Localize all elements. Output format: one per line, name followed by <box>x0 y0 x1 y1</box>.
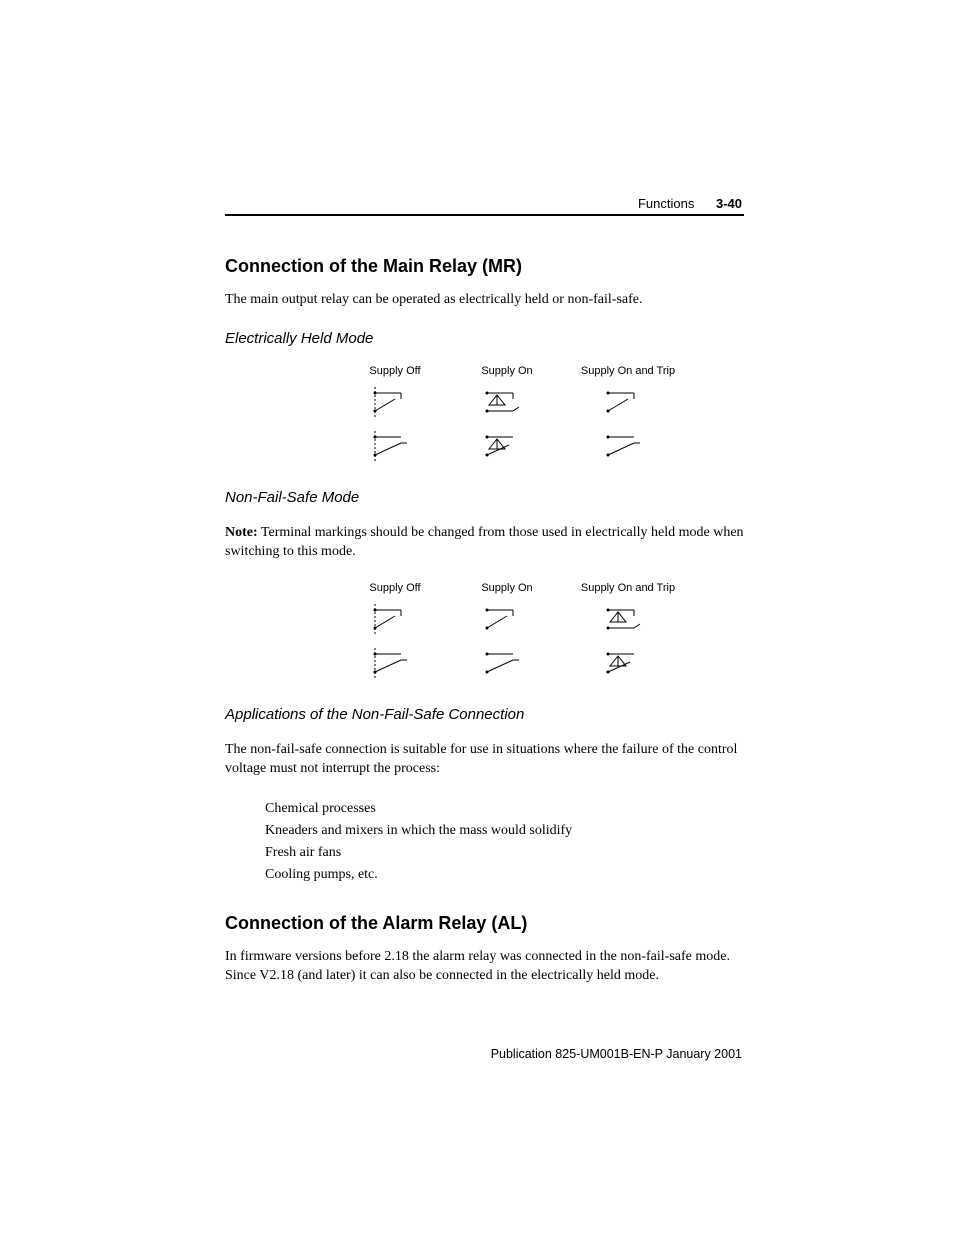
diagram-non-fail-safe: Supply Off Supply On Supply On and Trip <box>339 582 744 678</box>
col-label: Supply Off <box>339 365 451 377</box>
intro-alarm-relay: In firmware versions before 2.18 the ala… <box>225 948 744 986</box>
heading-alarm-relay: Connection of the Alarm Relay (AL) <box>225 913 744 934</box>
apps-intro: The non-fail-safe connection is suitable… <box>225 741 744 779</box>
list-item: Fresh air fans <box>265 842 744 864</box>
list-item: Cooling pumps, etc. <box>265 864 744 886</box>
relay-icon <box>483 648 531 678</box>
publication-footer: Publication 825-UM001B-EN-P January 2001 <box>491 1047 742 1061</box>
relay-icon <box>604 604 652 634</box>
diagram-electrically-held: Supply Off Supply On Supply On and Trip <box>339 365 744 461</box>
list-item: Chemical processes <box>265 798 744 820</box>
relay-icon <box>604 648 652 678</box>
list-item: Kneaders and mixers in which the mass wo… <box>265 820 744 842</box>
intro-main-relay: The main output relay can be operated as… <box>225 291 744 310</box>
relay-icon <box>483 387 531 417</box>
subheading-applications: Applications of the Non-Fail-Safe Connec… <box>225 706 744 723</box>
note-label: Note: <box>225 525 258 540</box>
relay-icon <box>371 431 419 461</box>
col-label: Supply On <box>451 582 563 594</box>
relay-icon <box>371 648 419 678</box>
col-label: Supply On and Trip <box>563 582 693 594</box>
subheading-non-fail-safe: Non-Fail-Safe Mode <box>225 489 744 506</box>
relay-icon <box>371 604 419 634</box>
relay-icon <box>371 387 419 417</box>
page-number: 3-40 <box>716 196 742 211</box>
relay-icon <box>483 604 531 634</box>
note-body: Terminal markings should be changed from… <box>225 525 744 559</box>
subheading-electrically-held: Electrically Held Mode <box>225 330 744 347</box>
relay-icon <box>604 387 652 417</box>
col-label: Supply On <box>451 365 563 377</box>
header-rule <box>225 214 744 216</box>
running-header: Functions 3-40 <box>638 196 742 211</box>
heading-main-relay: Connection of the Main Relay (MR) <box>225 256 744 277</box>
apps-list: Chemical processes Kneaders and mixers i… <box>265 798 744 885</box>
note-non-fail-safe: Note: Terminal markings should be change… <box>225 524 744 562</box>
col-label: Supply On and Trip <box>563 365 693 377</box>
col-label: Supply Off <box>339 582 451 594</box>
relay-icon <box>483 431 531 461</box>
relay-icon <box>604 431 652 461</box>
section-name: Functions <box>638 196 694 211</box>
